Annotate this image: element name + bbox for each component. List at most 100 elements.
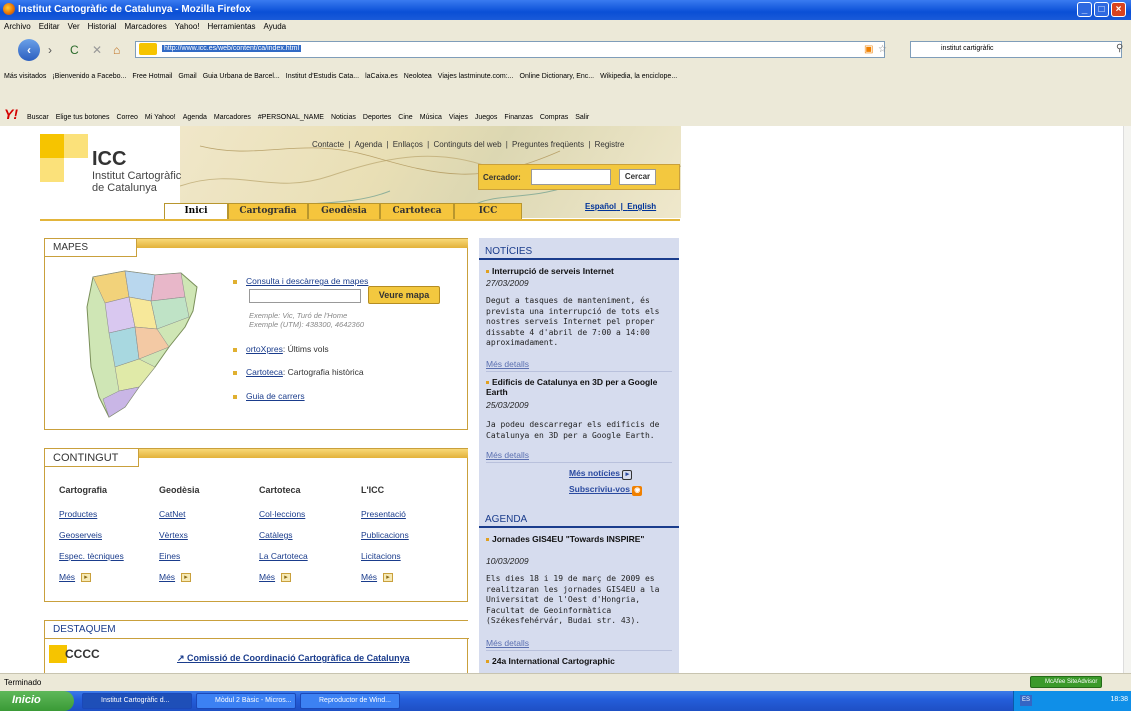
lang-espanol[interactable]: Español: [585, 202, 616, 211]
yahoo-button[interactable]: Noticias: [331, 114, 356, 121]
bookmark-item[interactable]: Free Hotmail: [132, 73, 172, 80]
link-publicacions[interactable]: Publicacions: [361, 530, 409, 540]
news-more-link[interactable]: Més detalls: [486, 359, 529, 369]
bookmark-item[interactable]: Neolotea: [404, 73, 432, 80]
search-bar[interactable]: institut cartigràfic: [910, 41, 1122, 58]
agenda-more-link[interactable]: Més detalls: [486, 638, 529, 648]
link-la-cartoteca[interactable]: La Cartoteca: [259, 551, 308, 561]
tab-icc[interactable]: ICC: [454, 203, 522, 220]
bookmark-item[interactable]: laCaixa.es: [365, 73, 398, 80]
catalonia-map-image[interactable]: [85, 267, 201, 422]
news-title[interactable]: Interrupció de serveis Internet: [486, 266, 674, 276]
lang-english[interactable]: English: [627, 202, 656, 211]
mes-cartografia[interactable]: Més ▸: [59, 572, 92, 583]
yahoo-button[interactable]: Correo: [116, 114, 137, 121]
cartoteca-link[interactable]: Cartoteca: [246, 367, 283, 377]
forward-icon[interactable]: ›: [48, 43, 52, 57]
taskbar-item-media-player[interactable]: Reproductor de Wind...: [300, 693, 400, 709]
veure-mapa-button[interactable]: Veure mapa: [368, 286, 440, 304]
back-button[interactable]: ‹: [18, 39, 40, 61]
bookmark-item[interactable]: Guia Urbana de Barcel...: [203, 73, 280, 80]
yahoo-logo-icon[interactable]: Y!: [4, 106, 18, 122]
map-search-input[interactable]: [249, 289, 361, 303]
mes-cartoteca[interactable]: Més ▸: [259, 572, 292, 583]
link-colleccions[interactable]: Col·leccions: [259, 509, 305, 519]
mes-geodesia[interactable]: Més ▸: [159, 572, 192, 583]
site-search-input[interactable]: [531, 169, 611, 185]
toplink-preguntes[interactable]: Preguntes freqüents: [512, 140, 584, 149]
agenda-event-title[interactable]: Jornades GIS4EU "Towards INSPIRE": [486, 534, 674, 544]
agenda-event-title[interactable]: 24a International Cartographic: [486, 656, 674, 666]
minimize-button[interactable]: _: [1077, 2, 1092, 17]
taskbar-item-word[interactable]: Mòdul 2 Bàsic - Micros...: [196, 693, 296, 709]
yahoo-button[interactable]: Juegos: [475, 114, 498, 121]
bookmark-item[interactable]: Online Dictionary, Enc...: [520, 73, 595, 80]
menu-archivo[interactable]: Archivo: [0, 20, 35, 33]
link-productes[interactable]: Productes: [59, 509, 97, 519]
bookmark-item[interactable]: Viajes lastminute.com:...: [438, 73, 514, 80]
tab-inici[interactable]: Inici: [164, 203, 228, 220]
mcafee-siteadvisor-button[interactable]: McAfee SiteAdvisor: [1030, 676, 1102, 688]
link-presentacio[interactable]: Presentació: [361, 509, 406, 519]
site-search-button[interactable]: Cercar: [619, 169, 656, 185]
tab-geodesia[interactable]: Geodèsia: [308, 203, 380, 220]
bookmark-item[interactable]: ¡Bienvenido a Facebo...: [52, 73, 126, 80]
menu-marcadores[interactable]: Marcadores: [121, 20, 171, 33]
yahoo-button[interactable]: Música: [420, 114, 442, 121]
yahoo-button[interactable]: Marcadores: [214, 114, 251, 121]
maximize-button[interactable]: □: [1094, 2, 1109, 17]
yahoo-button[interactable]: #PERSONAL_NAME: [258, 114, 324, 121]
toplink-agenda[interactable]: Agenda: [355, 140, 383, 149]
yahoo-button[interactable]: Mi Yahoo!: [145, 114, 176, 121]
news-more-link[interactable]: Més detalls: [486, 450, 529, 460]
news-title[interactable]: Edificis de Catalunya en 3D per a Google…: [486, 377, 674, 397]
toplink-contacte[interactable]: Contacte: [312, 140, 344, 149]
link-licitacions[interactable]: Licitacions: [361, 551, 401, 561]
toplink-continguts[interactable]: Continguts del web: [433, 140, 501, 149]
yahoo-button[interactable]: Elige tus botones: [56, 114, 110, 121]
taskbar-item-firefox[interactable]: Institut Cartogràfic d...: [82, 693, 192, 709]
bookmark-item[interactable]: Gmail: [178, 73, 196, 80]
yahoo-button[interactable]: Compras: [540, 114, 568, 121]
language-indicator[interactable]: ES: [1020, 695, 1032, 706]
close-button[interactable]: ×: [1111, 2, 1126, 17]
vertical-scrollbar[interactable]: [1123, 126, 1131, 673]
link-geoserveis[interactable]: Geoserveis: [59, 530, 102, 540]
guia-carrers-link[interactable]: Guia de carrers: [246, 391, 305, 401]
link-catalegs[interactable]: Catàlegs: [259, 530, 293, 540]
menu-ayuda[interactable]: Ayuda: [260, 20, 291, 33]
consulta-mapes-link[interactable]: Consulta i descàrrega de mapes: [246, 276, 368, 286]
home-icon[interactable]: ⌂: [113, 43, 120, 57]
tab-cartografia[interactable]: Cartografia: [228, 203, 308, 220]
url-bar[interactable]: http://www.icc.es/web/content/ca/index.h…: [135, 41, 885, 58]
stop-icon[interactable]: ✕: [92, 43, 102, 57]
bookmark-item[interactable]: Más visitados: [4, 73, 46, 80]
menu-herramientas[interactable]: Herramientas: [204, 20, 260, 33]
yahoo-button[interactable]: Finanzas: [504, 114, 532, 121]
menu-editar[interactable]: Editar: [35, 20, 64, 33]
reload-icon[interactable]: C: [70, 43, 79, 57]
link-catnet[interactable]: CatNet: [159, 509, 185, 519]
bookmark-item[interactable]: Wikipedia, la enciclope...: [600, 73, 677, 80]
rss-icon[interactable]: ▣: [864, 44, 873, 55]
yahoo-button[interactable]: Buscar: [27, 114, 49, 121]
star-icon[interactable]: ☆: [878, 44, 887, 55]
toplink-enllacos[interactable]: Enllaços: [393, 140, 423, 149]
logo-text[interactable]: ICC: [92, 148, 126, 171]
subscribe-link[interactable]: Subscriviu-vos ◉: [569, 484, 643, 496]
yahoo-button[interactable]: Deportes: [363, 114, 391, 121]
yahoo-button[interactable]: Cine: [398, 114, 412, 121]
comissio-link[interactable]: ↗ Comissió de Coordinació Cartogràfica d…: [177, 653, 410, 664]
mes-icc[interactable]: Més ▸: [361, 572, 394, 583]
link-espec-tecniques[interactable]: Espec. tècniques: [59, 551, 124, 561]
toplink-registre[interactable]: Registre: [595, 140, 625, 149]
start-button[interactable]: Inicio: [0, 691, 74, 711]
link-vertexs[interactable]: Vèrtexs: [159, 530, 188, 540]
yahoo-button[interactable]: Salir: [575, 114, 589, 121]
more-news-link[interactable]: Més notícies ▸: [569, 468, 633, 480]
menu-ver[interactable]: Ver: [64, 20, 84, 33]
menu-historial[interactable]: Historial: [84, 20, 121, 33]
search-magnifier-icon[interactable]: ⚲: [1116, 43, 1123, 54]
ortoxpres-link[interactable]: ortoXpres: [246, 344, 283, 354]
yahoo-button[interactable]: Viajes: [449, 114, 468, 121]
